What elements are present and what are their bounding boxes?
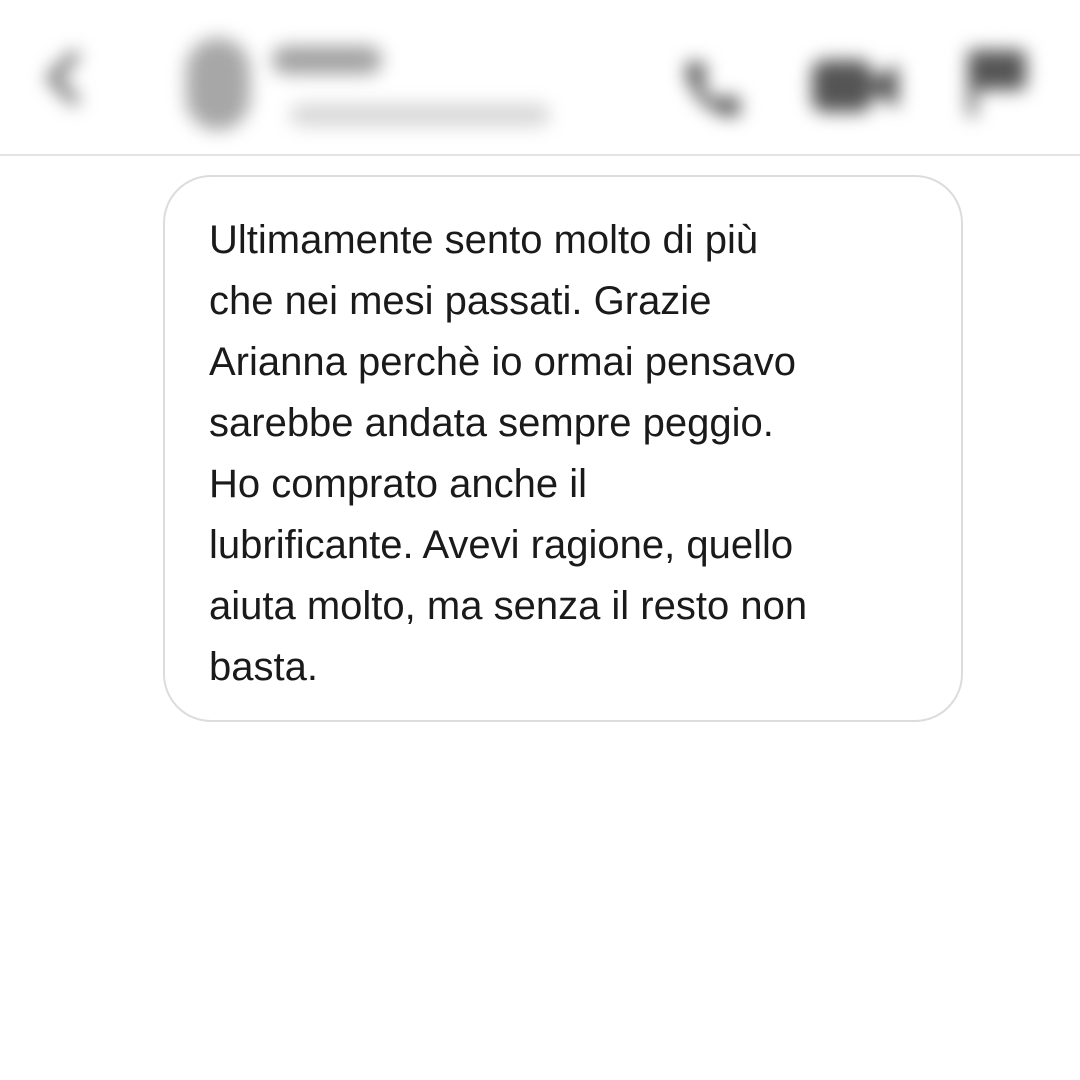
message-text: Ultimamente sento molto di più che nei m… bbox=[209, 218, 808, 689]
phone-icon[interactable] bbox=[676, 52, 750, 126]
contact-status-blurred bbox=[290, 104, 550, 126]
avatar[interactable] bbox=[186, 38, 250, 130]
flag-icon[interactable] bbox=[962, 44, 1032, 120]
video-camera-icon[interactable] bbox=[806, 46, 902, 126]
conversation-header bbox=[0, 0, 1080, 156]
back-chevron-icon[interactable] bbox=[40, 50, 84, 106]
message-bubble[interactable]: Ultimamente sento molto di più che nei m… bbox=[163, 175, 963, 722]
contact-name-blurred[interactable] bbox=[272, 46, 382, 74]
